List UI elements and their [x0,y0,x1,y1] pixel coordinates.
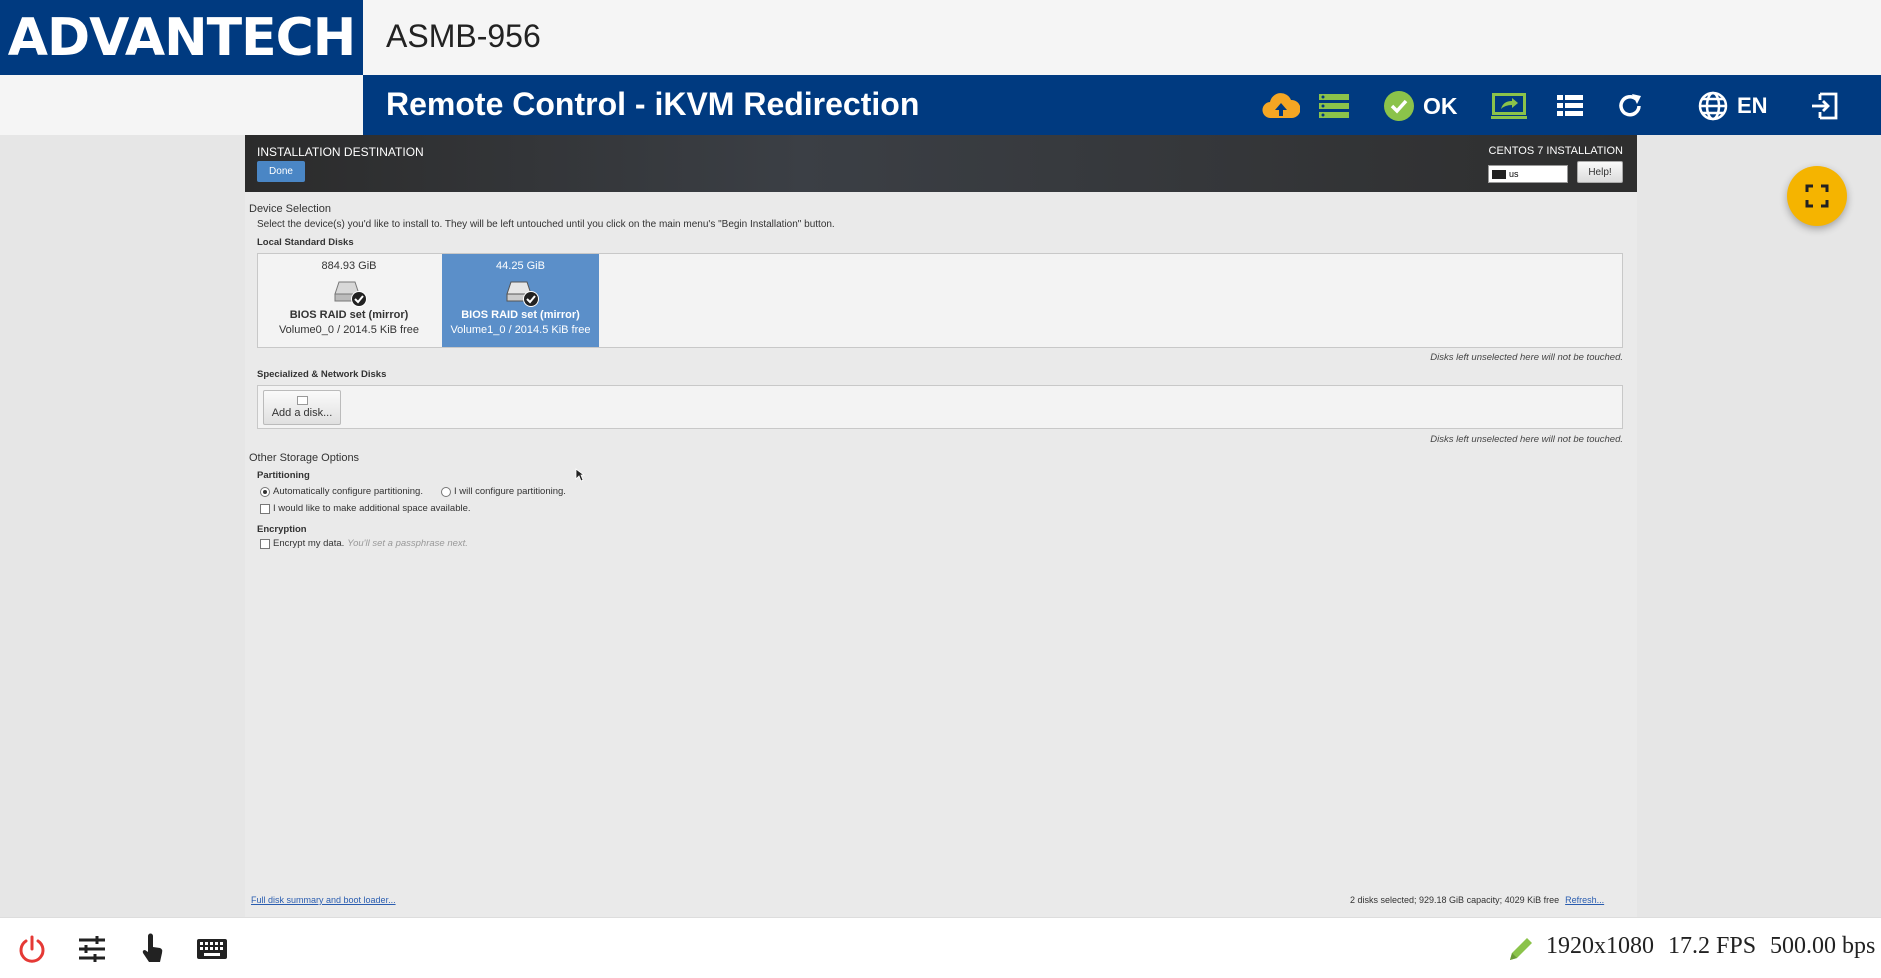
logout-icon[interactable] [1809,88,1839,124]
device-name: ASMB-956 [386,18,541,54]
disk-volume: Volume0_0 [278,324,334,336]
hard-disk-icon [505,281,539,307]
installer-title: INSTALLATION DESTINATION [257,145,424,159]
disk-small-icon [296,396,308,405]
additional-space-option[interactable]: I would like to make additional space av… [260,503,471,514]
page-title: Remote Control - iKVM Redirection [386,86,920,122]
right-margin [1637,135,1881,917]
header-spacer [0,75,363,135]
left-margin [0,135,245,917]
disk-item-selected[interactable]: 44.25 GiB BIOS RAID set (mirror) Volume1… [442,254,599,347]
add-disk-button[interactable]: Add a disk... [263,390,341,425]
done-button[interactable]: Done [257,161,305,182]
language-label: EN [1737,93,1768,118]
help-button[interactable]: Help! [1577,161,1623,183]
refresh-icon[interactable] [1615,88,1645,124]
check-circle-icon [1384,91,1414,121]
fps-text: 17.2 FPS [1668,933,1757,959]
globe-icon [1698,91,1728,121]
device-selection-heading: Device Selection [249,203,331,215]
partitioning-label: Partitioning [257,470,310,481]
radio-unselected[interactable] [441,486,451,497]
local-disks-note: Disks left unselected here will not be t… [1430,352,1623,363]
advantech-logo: ADVANTECH [0,0,363,75]
network-disks-note: Disks left unselected here will not be t… [1430,434,1623,445]
network-disks-label: Specialized & Network Disks [257,369,387,380]
disk-free-space: 2014.5 KiB free [343,324,420,336]
disk-name: BIOS RAID set (mirror) [461,309,580,321]
resolution-text: 1920x1080 [1546,933,1654,959]
disk-free-space: 2014.5 KiB free [514,324,591,336]
storage-summary-text: 2 disks selected; 929.18 GiB capacity; 4… [1350,895,1560,905]
cloud-upload-icon[interactable] [1262,88,1300,124]
local-disks-label: Local Standard Disks [257,237,354,248]
other-storage-heading: Other Storage Options [249,452,360,464]
manual-partition-label: I will configure partitioning. [454,486,566,497]
encryption-label: Encryption [257,524,307,535]
disk-size: 884.93 GiB [321,260,377,272]
disk-separator: / [508,324,512,336]
encrypt-label: Encrypt my data. [273,538,345,549]
encrypt-hint: You'll set a passphrase next. [347,538,468,549]
radio-selected[interactable] [260,486,270,497]
pencil-icon[interactable] [1505,933,1537,965]
disk-volume: Volume1_0 [450,324,506,336]
stream-stats: 1920x1080 17.2 FPS 500.00 bps [1546,933,1875,960]
bitrate-text: 500.00 bps [1770,933,1876,959]
add-disk-label: Add a disk... [271,407,333,419]
storage-status: 2 disks selected; 929.18 GiB capacity; 4… [1350,895,1604,905]
keyboard-layout-label: us [1509,169,1519,179]
disk-size: 44.25 GiB [496,260,545,272]
hard-disk-icon [334,281,367,307]
fullscreen-icon [1805,184,1829,208]
mouse-cursor-icon [575,468,585,482]
settings-sliders-icon[interactable] [76,933,108,965]
auto-partition-option[interactable]: Automatically configure partitioning. [260,486,423,497]
fullscreen-button[interactable] [1787,166,1847,226]
top-bar [363,0,1881,75]
disk-details: Volume1_0 / 2014.5 KiB free [450,324,590,336]
disk-separator: / [337,324,341,336]
product-title: CENTOS 7 INSTALLATION [1488,145,1623,157]
keyboard-icon[interactable] [196,933,228,965]
screen-share-icon[interactable] [1491,88,1527,124]
keyboard-layout-indicator[interactable]: us [1488,165,1568,183]
keyboard-icon [1492,169,1506,179]
additional-space-label: I would like to make additional space av… [273,503,471,514]
list-icon[interactable] [1556,88,1584,124]
disk-item[interactable]: 884.93 GiB BIOS RAID set (mirror) Volume… [258,254,440,347]
server-list-icon[interactable] [1318,88,1350,124]
refresh-link[interactable]: Refresh... [1565,895,1604,905]
logo-text: ADVANTECH [7,7,357,68]
touch-icon[interactable] [136,933,168,965]
disk-summary-link[interactable]: Full disk summary and boot loader... [251,895,396,905]
network-disks-container [257,385,1623,429]
disk-details: Volume0_0 / 2014.5 KiB free [279,324,419,336]
checkbox[interactable] [260,503,270,514]
instructions-text: Select the device(s) you'd like to insta… [257,219,835,230]
checkbox[interactable] [260,538,270,549]
encrypt-option[interactable]: Encrypt my data. You'll set a passphrase … [260,538,468,549]
power-icon[interactable] [16,933,48,965]
installer-header [245,135,1637,192]
status-label: OK [1423,92,1458,119]
language-selector[interactable]: EN [1697,88,1768,124]
manual-partition-option[interactable]: I will configure partitioning. [441,486,566,497]
status-ok[interactable]: OK [1383,88,1458,124]
auto-partition-label: Automatically configure partitioning. [273,486,423,497]
disk-name: BIOS RAID set (mirror) [289,309,409,321]
